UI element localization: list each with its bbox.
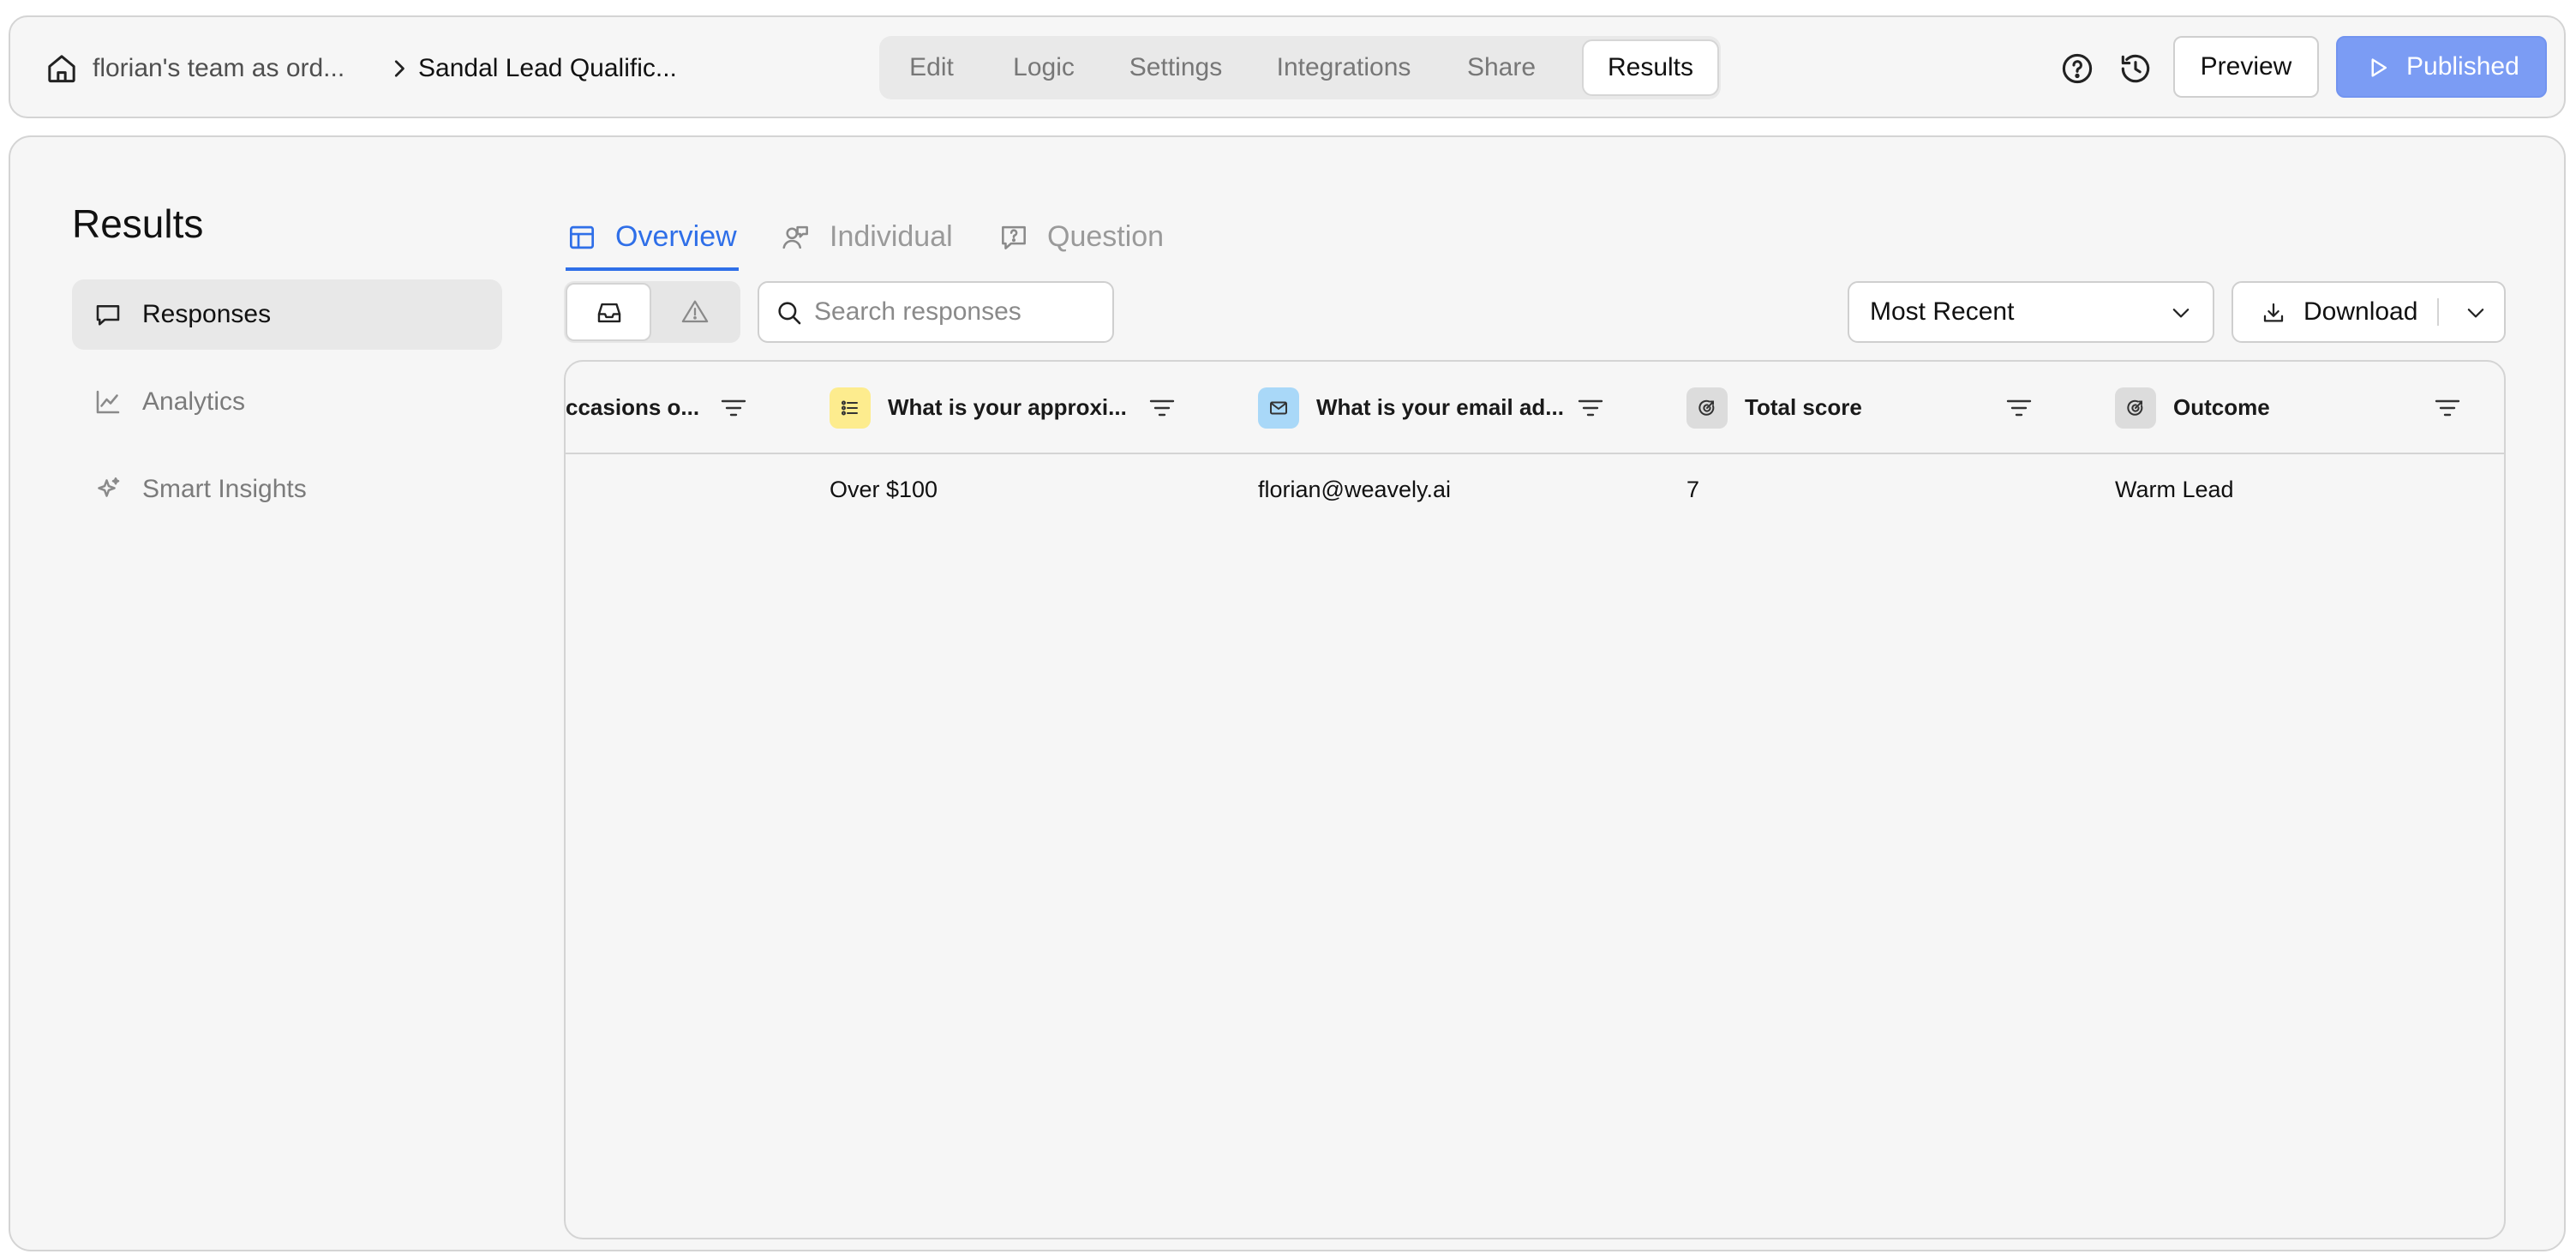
help-icon[interactable]	[2058, 50, 2096, 87]
play-icon	[2365, 55, 2391, 81]
search-box	[758, 281, 1114, 343]
tab-integrations[interactable]: Integrations	[1249, 39, 1438, 96]
chevron-down-icon	[2168, 300, 2194, 326]
tab-share[interactable]: Share	[1443, 39, 1560, 96]
view-tab-label: Question	[1047, 220, 1165, 253]
sidebar-item-responses[interactable]: Responses	[72, 279, 502, 350]
table-cell: florian@weavely.ai	[1258, 477, 1452, 502]
tab-edit[interactable]: Edit	[883, 39, 980, 96]
table-cell: Over $100	[830, 477, 938, 502]
chevron-right-icon	[384, 53, 415, 84]
download-options-button[interactable]	[2447, 283, 2504, 341]
responses-table: ccasions o... What is your approxi... Wh…	[564, 360, 2506, 1239]
target-icon	[2115, 387, 2156, 429]
column-header[interactable]: Total score	[1686, 362, 2046, 453]
filter-icon[interactable]	[1577, 396, 1604, 420]
table-header: ccasions o... What is your approxi... Wh…	[566, 362, 2504, 454]
published-label: Published	[2406, 52, 2519, 81]
search-icon	[775, 298, 804, 327]
breadcrumb-form-title[interactable]: Sandal Lead Qualific...	[418, 51, 677, 86]
users-icon	[780, 221, 812, 254]
table-icon	[566, 221, 598, 254]
tab-settings[interactable]: Settings	[1105, 39, 1246, 96]
sort-dropdown[interactable]: Most Recent	[1848, 281, 2214, 343]
download-label: Download	[2303, 297, 2418, 326]
view-tab-label: Individual	[830, 220, 953, 253]
top-bar: florian's team as ord... Sandal Lead Qua…	[9, 15, 2566, 118]
home-icon[interactable]	[45, 51, 79, 86]
sidebar-item-smart-insights[interactable]: Smart Insights	[72, 454, 502, 525]
filter-icon[interactable]	[720, 396, 747, 420]
view-tab-label: Overview	[615, 220, 737, 253]
tab-logic[interactable]: Logic	[985, 39, 1102, 96]
column-header-label: ccasions o...	[566, 394, 700, 420]
sparkle-icon	[93, 474, 123, 505]
page-title: Results	[72, 201, 204, 246]
question-bubble-icon	[997, 221, 1030, 254]
sidebar-item-analytics[interactable]: Analytics	[72, 367, 502, 437]
table-cell: Warm Lead	[2115, 477, 2234, 502]
search-input[interactable]	[814, 290, 1102, 334]
download-icon	[2261, 300, 2286, 326]
column-header-label: What is your email ad...	[1316, 394, 1564, 420]
target-icon	[1686, 387, 1728, 429]
download-button[interactable]: Download	[2233, 283, 2437, 341]
filter-icon[interactable]	[2005, 396, 2033, 420]
chat-bubble-icon	[93, 299, 123, 330]
column-header[interactable]: What is your email ad...	[1258, 362, 1618, 453]
column-header-label: What is your approxi...	[888, 394, 1127, 420]
column-header-label: Total score	[1745, 394, 1862, 420]
table-cell: 7	[1686, 477, 1700, 502]
breadcrumb-team[interactable]: florian's team as ord...	[93, 51, 344, 86]
preview-button[interactable]: Preview	[2173, 36, 2319, 98]
chevron-down-icon	[2467, 309, 2484, 318]
view-tab-individual[interactable]: Individual	[780, 209, 965, 264]
inbox-icon[interactable]	[566, 283, 651, 341]
filter-icon[interactable]	[1148, 396, 1176, 420]
editor-tabs: Edit Logic Settings Integrations Share R…	[879, 36, 1721, 99]
list-icon	[830, 387, 871, 429]
column-header[interactable]: Outcome	[2115, 362, 2475, 453]
divider	[2437, 298, 2439, 326]
column-header[interactable]: ccasions o...	[566, 362, 823, 453]
mail-icon	[1258, 387, 1299, 429]
view-tab-overview[interactable]: Overview	[566, 209, 739, 271]
published-button[interactable]: Published	[2336, 36, 2547, 98]
column-header[interactable]: What is your approxi...	[830, 362, 1189, 453]
filter-icon[interactable]	[2434, 396, 2461, 420]
response-filter-toggle	[564, 281, 740, 343]
sidebar-item-label: Responses	[142, 300, 272, 328]
sidebar-item-label: Smart Insights	[142, 475, 307, 503]
sort-value: Most Recent	[1870, 297, 2015, 326]
tab-results[interactable]: Results	[1582, 39, 1719, 96]
view-tab-question[interactable]: Question	[997, 209, 1177, 264]
sidebar-item-label: Analytics	[142, 387, 246, 416]
download-split-button: Download	[2232, 281, 2506, 343]
results-panel: Results Responses Analytics Smart Insigh…	[9, 135, 2566, 1251]
column-header-label: Outcome	[2173, 394, 2270, 420]
history-icon[interactable]	[2117, 50, 2154, 87]
line-chart-icon	[93, 387, 123, 417]
warning-icon[interactable]	[653, 283, 739, 341]
